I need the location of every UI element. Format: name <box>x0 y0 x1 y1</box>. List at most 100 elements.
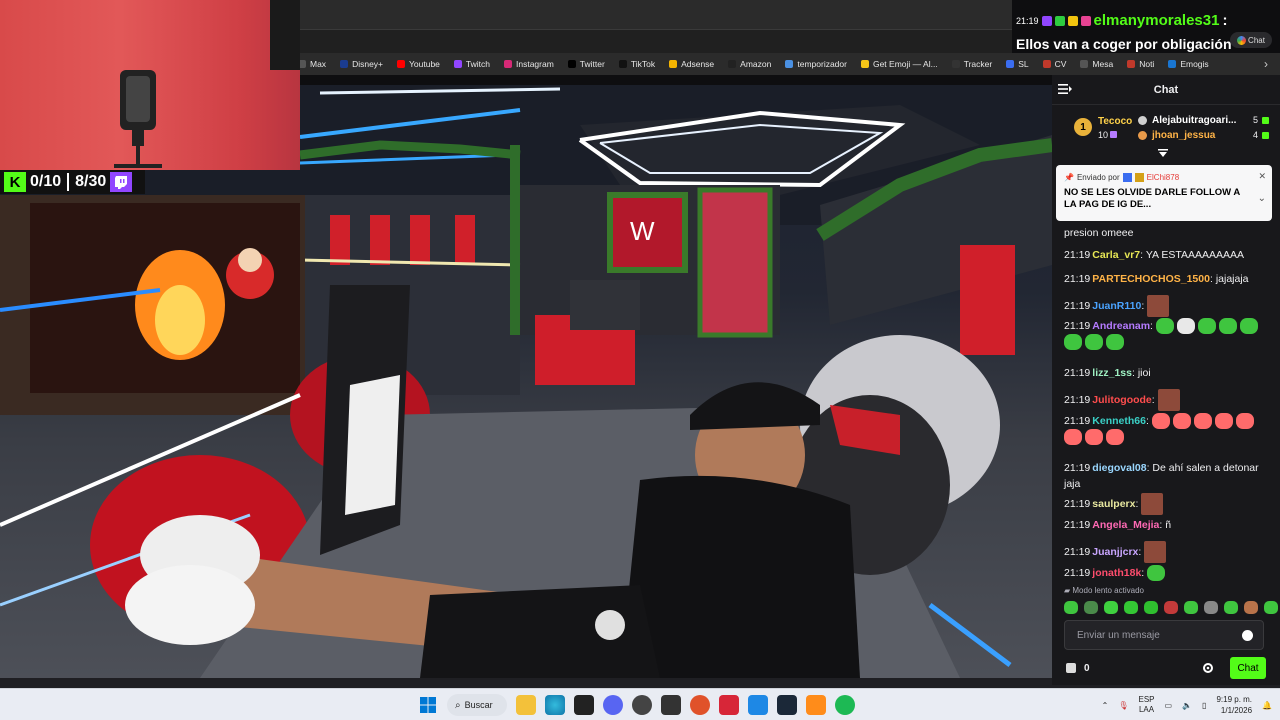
emote-icon[interactable] <box>1244 601 1258 614</box>
emote-icon[interactable] <box>1104 601 1118 614</box>
bookmark-item[interactable]: SL <box>1006 59 1029 69</box>
bookmark-item[interactable]: Mesa <box>1080 59 1113 69</box>
bookmark-label: Noti <box>1139 59 1155 69</box>
badge-icon <box>1041 15 1052 26</box>
bookmark-item[interactable]: Max <box>298 59 326 69</box>
message-user[interactable]: lizz_1ss <box>1092 367 1132 379</box>
steam-icon[interactable] <box>777 695 797 715</box>
bookmark-label: Get Emoji — Al... <box>872 59 938 69</box>
epic-icon[interactable] <box>574 695 594 715</box>
bookmarks-more-icon[interactable]: › <box>1264 57 1268 71</box>
message-user[interactable]: Angela_Mejia <box>1092 519 1159 531</box>
emote-icon[interactable] <box>1124 601 1138 614</box>
chevron-up-icon[interactable]: ⌃ <box>1102 701 1109 710</box>
pin-small-icon: 📌 <box>1064 173 1074 182</box>
bookmark-item[interactable]: Adsense <box>669 59 714 69</box>
collapse-chat-icon[interactable] <box>1058 83 1072 95</box>
expand-leaderboard-icon[interactable] <box>1158 149 1168 157</box>
discord-icon[interactable] <box>603 695 623 715</box>
taskbar-search[interactable]: ⌕ Buscar <box>447 694 507 716</box>
windows-start-icon[interactable] <box>418 695 438 715</box>
message-user[interactable]: Andreanam <box>1092 320 1150 332</box>
leader-second-name[interactable]: Alejabuitragoari... <box>1152 115 1236 126</box>
send-chat-button[interactable]: Chat <box>1230 657 1266 679</box>
chat-pill-button[interactable]: Chat <box>1230 32 1272 48</box>
edge-icon[interactable] <box>545 695 565 715</box>
emote-icon[interactable] <box>1064 601 1078 614</box>
github-icon[interactable] <box>632 695 652 715</box>
app-icon[interactable] <box>690 695 710 715</box>
bookmark-item[interactable]: Amazon <box>728 59 771 69</box>
bookmark-item[interactable]: Get Emoji — Al... <box>860 59 938 69</box>
app-icon[interactable] <box>719 695 739 715</box>
pinned-by: 📌 Enviado por ElChi878 <box>1064 173 1250 182</box>
battery-icon[interactable]: ▯ <box>1202 701 1206 710</box>
bookmark-icon <box>951 60 960 68</box>
bookmark-item[interactable]: TikTok <box>618 59 655 69</box>
bookmark-item[interactable]: CV <box>1042 59 1066 69</box>
bookmark-item[interactable]: Emogis <box>1168 59 1209 69</box>
notification-icon[interactable]: 🔔 <box>1262 701 1272 710</box>
gift-icon <box>1262 132 1269 139</box>
bookmark-label: Amazon <box>740 59 772 69</box>
emote-icon[interactable] <box>1084 601 1098 614</box>
message-user[interactable]: Kenneth66 <box>1092 415 1146 427</box>
bookmark-item[interactable]: temporizador <box>785 59 847 69</box>
emote-icon[interactable] <box>1144 601 1158 614</box>
clock[interactable]: 9:19 p. m. 1/1/2026 <box>1216 694 1252 716</box>
pinned-text: NO SE LES OLVIDE DARLE FOLLOW A LA PAG D… <box>1064 187 1240 210</box>
emoji-icon[interactable] <box>1242 630 1253 641</box>
message-user[interactable]: JuanR110 <box>1092 300 1141 312</box>
unpin-icon[interactable]: ✕ <box>1258 171 1266 182</box>
message-user[interactable]: saulperx <box>1092 498 1135 510</box>
clock-time: 9:19 p. m. <box>1216 695 1253 704</box>
bookmark-label: Max <box>310 59 327 69</box>
bookmark-item[interactable]: Disney+ <box>340 59 383 69</box>
bookmark-item[interactable]: Twitch <box>453 59 490 69</box>
bookmark-item[interactable]: Noti <box>1127 59 1154 69</box>
message-user[interactable]: Julitogoode <box>1092 394 1152 406</box>
stream-video[interactable]: W <box>0 85 1052 678</box>
message-user[interactable]: jonath18k <box>1092 567 1141 579</box>
volume-icon[interactable]: 🔈 <box>1182 701 1192 710</box>
bookmark-item[interactable]: Instagram <box>504 59 554 69</box>
bookmark-label: Youtube <box>409 59 440 69</box>
file-explorer-icon[interactable] <box>516 695 536 715</box>
slow-mode-notice: ▰ Modo lento activado <box>1064 586 1144 595</box>
vscode-icon[interactable] <box>748 695 768 715</box>
lang-top: ESP <box>1138 695 1155 704</box>
emote-icon[interactable] <box>1164 601 1178 614</box>
language-indicator[interactable]: ESP LAA <box>1139 695 1155 715</box>
chat-message: 21:19 Juanjjcrx: <box>1064 541 1270 563</box>
leader-third-name[interactable]: jhoan_jessua <box>1152 130 1215 141</box>
message-user[interactable]: Juanjjcrx <box>1092 546 1138 558</box>
emote-icon <box>1085 429 1103 446</box>
emote-icon[interactable] <box>1264 601 1278 614</box>
epic-games-icon[interactable] <box>661 695 681 715</box>
gift-icon <box>1110 131 1117 138</box>
bookmark-item[interactable]: Youtube <box>397 59 440 69</box>
emote-icon[interactable] <box>1204 601 1218 614</box>
chevron-down-icon[interactable]: ⌄ <box>1258 193 1266 204</box>
points-icon[interactable] <box>1066 663 1076 673</box>
bookmark-item[interactable]: Twitter <box>567 59 605 69</box>
chat-message-input[interactable]: Enviar un mensaje <box>1064 620 1264 650</box>
network-icon[interactable]: ▭ <box>1165 701 1173 710</box>
emote-icon <box>1172 413 1191 430</box>
chat-title: Chat <box>1052 75 1280 105</box>
message-user[interactable]: Carla_vr7 <box>1092 249 1140 261</box>
message-user[interactable]: diegoval08 <box>1092 462 1146 474</box>
lang-bottom: LAA <box>1138 705 1155 714</box>
emote-icon[interactable] <box>1184 601 1198 614</box>
message-user[interactable]: PARTECHOCHOS_1500 <box>1092 273 1210 285</box>
microphone-icon[interactable]: 🎙 <box>1118 701 1128 710</box>
leader-top-name[interactable]: Tecoco <box>1098 116 1132 127</box>
bookmark-item[interactable]: Tracker <box>951 59 992 69</box>
app-icon[interactable] <box>806 695 826 715</box>
message-text: ñ <box>1165 519 1172 531</box>
gear-icon[interactable] <box>1202 662 1214 674</box>
spotify-icon[interactable] <box>835 695 855 715</box>
emote-icon[interactable] <box>1224 601 1238 614</box>
chat-message: 21:19 Carla_vr7: YA ESTAAAAAAAAA <box>1064 247 1270 263</box>
pinned-message[interactable]: 📌 Enviado por ElChi878 NO SE LES OLVIDE … <box>1056 165 1272 221</box>
